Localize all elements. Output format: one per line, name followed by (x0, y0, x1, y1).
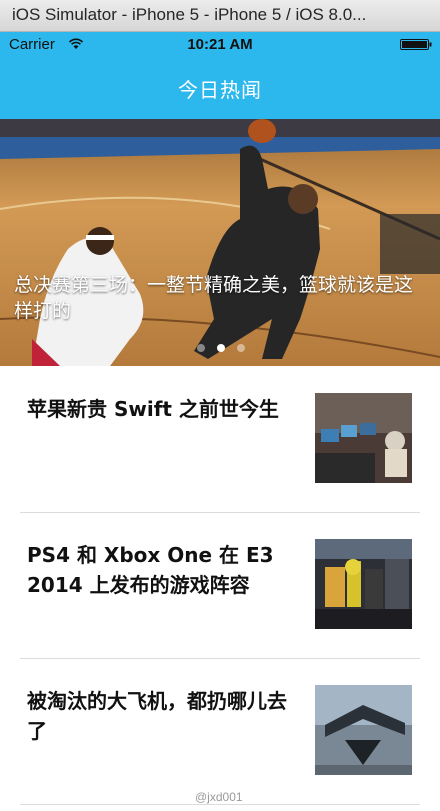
news-item[interactable]: 被淘汰的大飞机，都扔哪儿去了 (0, 658, 440, 804)
page-dot-active[interactable] (217, 344, 225, 352)
featured-banner[interactable]: 总决赛第三场：一整节精确之美，篮球就该是这样打的 (0, 119, 440, 366)
status-bar: Carrier 10:21 AM (0, 32, 440, 58)
news-thumbnail (315, 393, 412, 483)
nav-title: 今日热闻 (178, 78, 262, 102)
battery-icon (400, 39, 432, 50)
banner-image (0, 119, 440, 366)
watermark: @jxd001 (195, 790, 243, 804)
simulator-window-title: iOS Simulator - iPhone 5 - iPhone 5 / iO… (12, 5, 367, 24)
news-title: 被淘汰的大飞机，都扔哪儿去了 (27, 689, 287, 743)
news-thumbnail (315, 539, 412, 629)
app-header: Carrier 10:21 AM 今日热闻 (0, 32, 440, 119)
news-item[interactable]: PS4 和 Xbox One 在 E3 2014 上发布的游戏阵容 (0, 512, 440, 658)
news-title: 苹果新贵 Swift 之前世今生 (27, 397, 279, 421)
status-clock: 10:21 AM (187, 36, 253, 53)
banner-caption: 总决赛第三场：一整节精确之美，篮球就该是这样打的 (14, 274, 414, 322)
page-dot[interactable] (237, 344, 245, 352)
list-divider (20, 804, 420, 805)
news-item[interactable]: 苹果新贵 Swift 之前世今生 (0, 366, 440, 512)
news-thumbnail (315, 685, 412, 775)
news-title: PS4 和 Xbox One 在 E3 2014 上发布的游戏阵容 (27, 543, 274, 597)
page-dot[interactable] (197, 344, 205, 352)
simulator-title-bar: iOS Simulator - iPhone 5 - iPhone 5 / iO… (0, 0, 440, 32)
